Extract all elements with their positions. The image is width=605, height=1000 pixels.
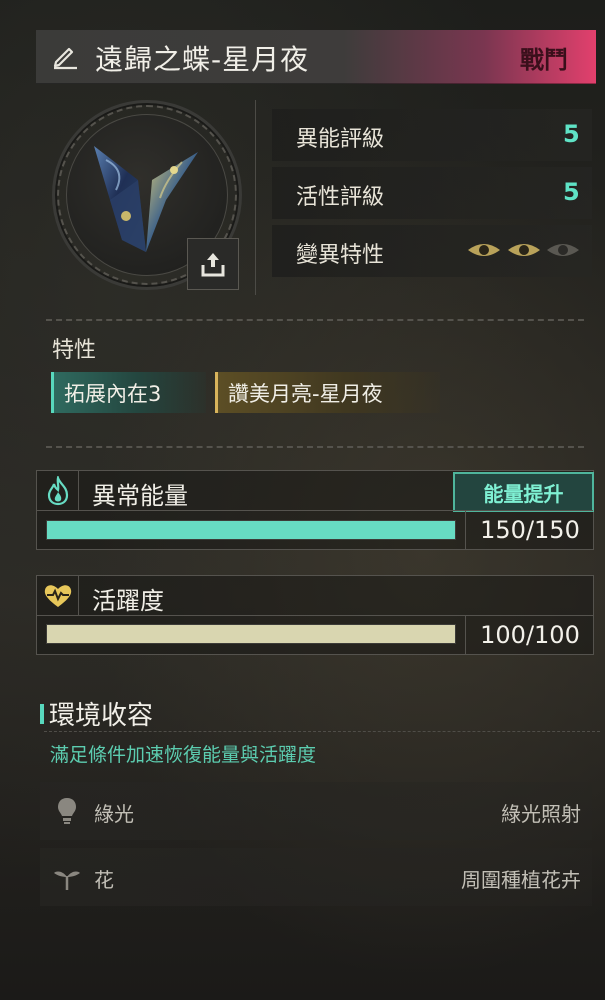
environment-title: 環境收容 <box>49 701 154 731</box>
traits-label: 特性 <box>52 338 97 363</box>
energy-bar-fill <box>47 521 455 539</box>
trait-chip-teal[interactable]: 拓展內在3 <box>51 372 206 413</box>
stat-label-activity: 活性評級 <box>296 185 385 210</box>
env-desc-green-light: 綠光照射 <box>501 802 581 826</box>
divider-dashed <box>46 319 584 321</box>
divider-dashed <box>46 446 584 448</box>
share-button[interactable] <box>187 238 239 290</box>
vitality-icon-cell <box>37 576 79 615</box>
energy-icon-cell <box>37 471 79 510</box>
upload-icon <box>201 253 225 277</box>
vitality-value: 100/100 <box>465 615 594 655</box>
environment-subtitle: 滿足條件加速恢復能量與活躍度 <box>50 744 317 766</box>
env-label-flower: 花 <box>94 868 114 892</box>
env-label-green-light: 綠光 <box>94 802 134 826</box>
section-accent-bar <box>40 704 44 724</box>
trait-chip-gold[interactable]: 讚美月亮-星月夜 <box>215 372 440 413</box>
sprout-icon <box>54 871 80 890</box>
vitality-label: 活躍度 <box>92 587 164 615</box>
stat-label-mutation: 變異特性 <box>296 243 385 268</box>
heart-pulse-icon <box>44 584 71 607</box>
energy-boost-button[interactable]: 能量提升 <box>453 472 594 512</box>
category-tag: 戰鬥 <box>520 46 568 74</box>
energy-value: 150/150 <box>465 510 594 550</box>
stat-value-ability: 5 <box>563 120 580 148</box>
stat-label-ability: 異能評級 <box>296 127 385 152</box>
env-desc-flower: 周圍種植花卉 <box>461 868 581 892</box>
page-title: 遠歸之蝶-星月夜 <box>95 43 310 76</box>
stat-value-activity: 5 <box>563 178 580 206</box>
lightbulb-icon <box>58 798 76 824</box>
pencil-icon[interactable] <box>50 40 80 70</box>
divider-dashed <box>44 731 600 732</box>
energy-label: 異常能量 <box>92 482 188 510</box>
vitality-bar-fill <box>47 625 455 643</box>
eye-icon-active <box>508 244 540 256</box>
eye-icon-inactive <box>547 244 579 256</box>
divider-vertical <box>255 100 256 295</box>
eye-icon-active <box>468 244 500 256</box>
flame-icon <box>47 475 68 505</box>
